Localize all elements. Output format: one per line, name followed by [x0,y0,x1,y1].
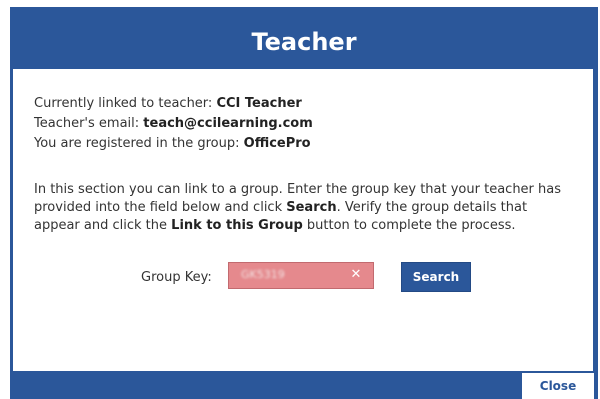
registered-group-value: OfficePro [243,136,311,151]
teacher-dialog: Teacher Currently linked to teacher: CCI… [10,7,598,399]
group-key-value: GK5319 [241,268,285,281]
registered-group-row: You are registered in the group: OfficeP… [34,134,313,154]
registered-group-label: You are registered in the group: [34,136,240,151]
dialog-content: Currently linked to teacher: CCI Teacher… [13,69,593,371]
teacher-email-value: teach@ccilearning.com [143,116,313,131]
linked-teacher-value: CCI Teacher [216,96,302,111]
group-key-label: Group Key: [141,270,212,285]
instructions-text: In this section you can link to a group.… [34,181,574,235]
instructions-part-3: button to complete the process. [302,218,516,233]
teacher-info: Currently linked to teacher: CCI Teacher… [34,94,313,154]
instructions-link-word: Link to this Group [171,218,303,233]
linked-teacher-row: Currently linked to teacher: CCI Teacher [34,94,313,114]
teacher-email-row: Teacher's email: teach@ccilearning.com [34,114,313,134]
clear-icon[interactable]: ✕ [349,267,363,283]
search-button[interactable]: Search [401,262,471,292]
close-button[interactable]: Close [522,373,594,399]
group-key-input[interactable]: GK5319 ✕ [228,262,374,289]
teacher-email-label: Teacher's email: [34,116,140,131]
dialog-title: Teacher [251,28,357,56]
instructions-search-word: Search [286,200,337,215]
linked-teacher-label: Currently linked to teacher: [34,96,213,111]
